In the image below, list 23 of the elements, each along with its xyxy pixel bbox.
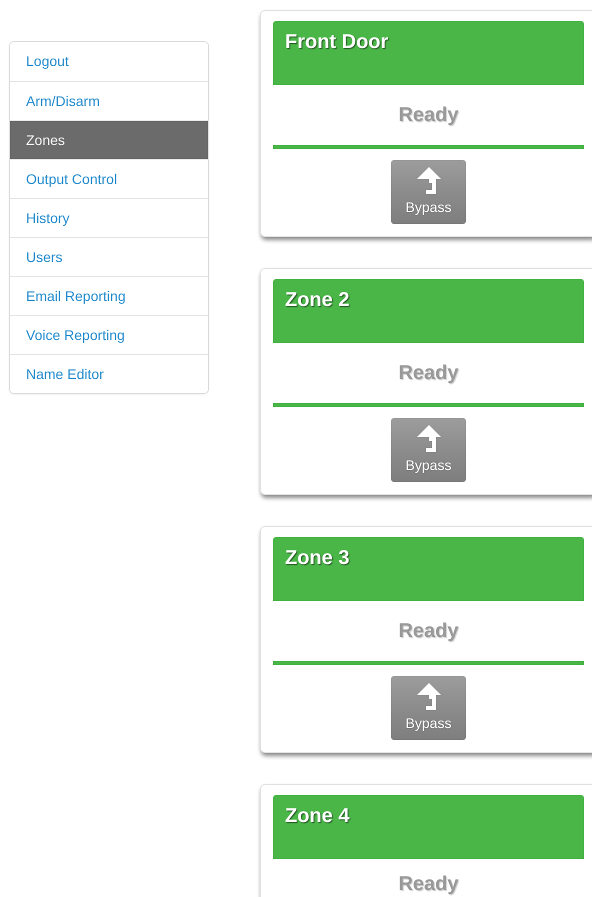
zone-status: Ready [398, 104, 459, 126]
zone-title: Zone 2 [273, 279, 584, 343]
menu-item[interactable]: Voice Reporting [10, 315, 208, 354]
house-arrow-icon [416, 682, 442, 712]
zone-title: Zone 4 [273, 795, 584, 859]
menu-item[interactable]: Users [10, 237, 208, 276]
zone-status: Ready [398, 620, 459, 642]
zone-title: Zone 3 [273, 537, 584, 601]
zone-status: Ready [398, 872, 459, 896]
menu-item[interactable]: Email Reporting [10, 276, 208, 315]
zone-title: Front Door [273, 21, 584, 85]
menu-item[interactable]: Name Editor [10, 354, 208, 393]
bypass-button[interactable]: Bypass [391, 676, 466, 740]
zone-status: Ready [398, 362, 459, 384]
menu-item[interactable]: Zones [10, 120, 208, 159]
house-arrow-icon [416, 424, 442, 454]
menu-item[interactable]: Logout [10, 42, 208, 81]
menu-item[interactable]: History [10, 198, 208, 237]
menu-item[interactable]: Arm/Disarm [10, 81, 208, 120]
menu-item[interactable]: Output Control [10, 159, 208, 198]
bypass-button[interactable]: Bypass [391, 418, 466, 482]
house-arrow-icon [416, 166, 442, 196]
bypass-button[interactable]: Bypass [391, 160, 466, 224]
